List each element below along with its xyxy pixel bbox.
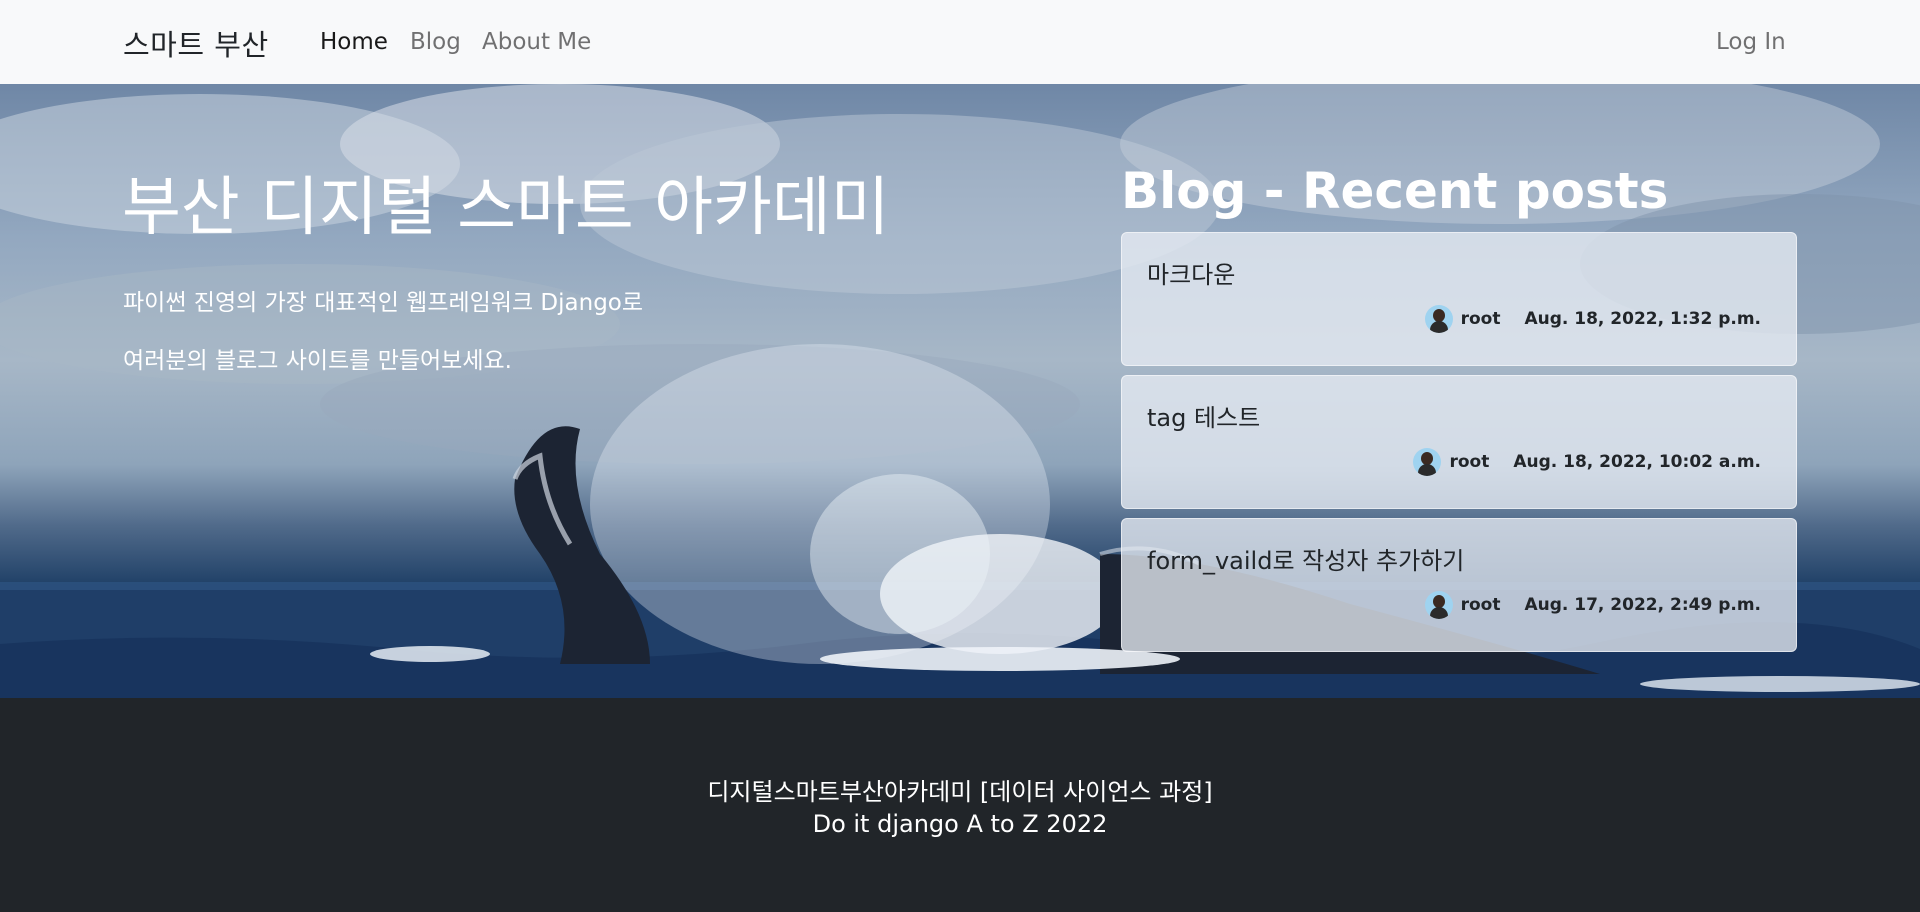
login-link[interactable]: Log In	[1716, 29, 1786, 55]
avatar	[1413, 448, 1442, 476]
post-meta: root Aug. 18, 2022, 10:02 a.m.	[1413, 448, 1761, 476]
footer: 디지털스마트부산아카데미 [데이터 사이언스 과정] Do it django …	[0, 698, 1920, 912]
post-date: Aug. 17, 2022, 2:49 p.m.	[1524, 595, 1761, 615]
post-author: root	[1460, 595, 1501, 615]
hero-description-line: 파이썬 진영의 가장 대표적인 웹프레임워크 Django로	[123, 290, 644, 316]
footer-line: 디지털스마트부산아카데미 [데이터 사이언스 과정]	[707, 778, 1213, 806]
hero-banner: 부산 디지털 스마트 아카데미 파이썬 진영의 가장 대표적인 웹프레임워크 D…	[0, 84, 1920, 698]
post-meta: root Aug. 17, 2022, 2:49 p.m.	[1424, 591, 1761, 619]
post-date: Aug. 18, 2022, 1:32 p.m.	[1524, 309, 1761, 329]
post-title[interactable]: form_vaild로 작성자 추가하기	[1147, 541, 1464, 576]
post-author: root	[1460, 309, 1501, 329]
recent-posts-heading: Blog - Recent posts	[1121, 162, 1669, 220]
post-title[interactable]: tag 테스트	[1147, 398, 1260, 433]
post-card[interactable]: tag 테스트 root Aug. 18, 2022, 10:02 a.m.	[1121, 375, 1797, 509]
post-author: root	[1449, 452, 1490, 472]
post-meta: root Aug. 18, 2022, 1:32 p.m.	[1424, 305, 1761, 333]
post-card[interactable]: 마크다운 root Aug. 18, 2022, 1:32 p.m.	[1121, 232, 1797, 366]
avatar	[1424, 305, 1453, 333]
brand-logo[interactable]: 스마트 부산	[123, 22, 269, 64]
hero-description: 파이썬 진영의 가장 대표적인 웹프레임워크 Django로 여러분의 블로그 …	[123, 274, 823, 390]
navbar: 스마트 부산 Home Blog About Me Log In	[0, 0, 1920, 84]
post-date: Aug. 18, 2022, 10:02 a.m.	[1513, 452, 1761, 472]
hero-title: 부산 디지털 스마트 아카데미	[122, 171, 890, 245]
avatar	[1424, 591, 1453, 619]
nav-link-about-me[interactable]: About Me	[482, 29, 591, 55]
post-title[interactable]: 마크다운	[1147, 255, 1235, 290]
post-card[interactable]: form_vaild로 작성자 추가하기 root Aug. 17, 2022,…	[1121, 518, 1797, 652]
nav-link-blog[interactable]: Blog	[410, 29, 461, 55]
hero-description-line: 여러분의 블로그 사이트를 만들어보세요.	[123, 348, 512, 374]
nav-link-home[interactable]: Home	[320, 29, 388, 55]
footer-line: Do it django A to Z 2022	[812, 810, 1108, 838]
